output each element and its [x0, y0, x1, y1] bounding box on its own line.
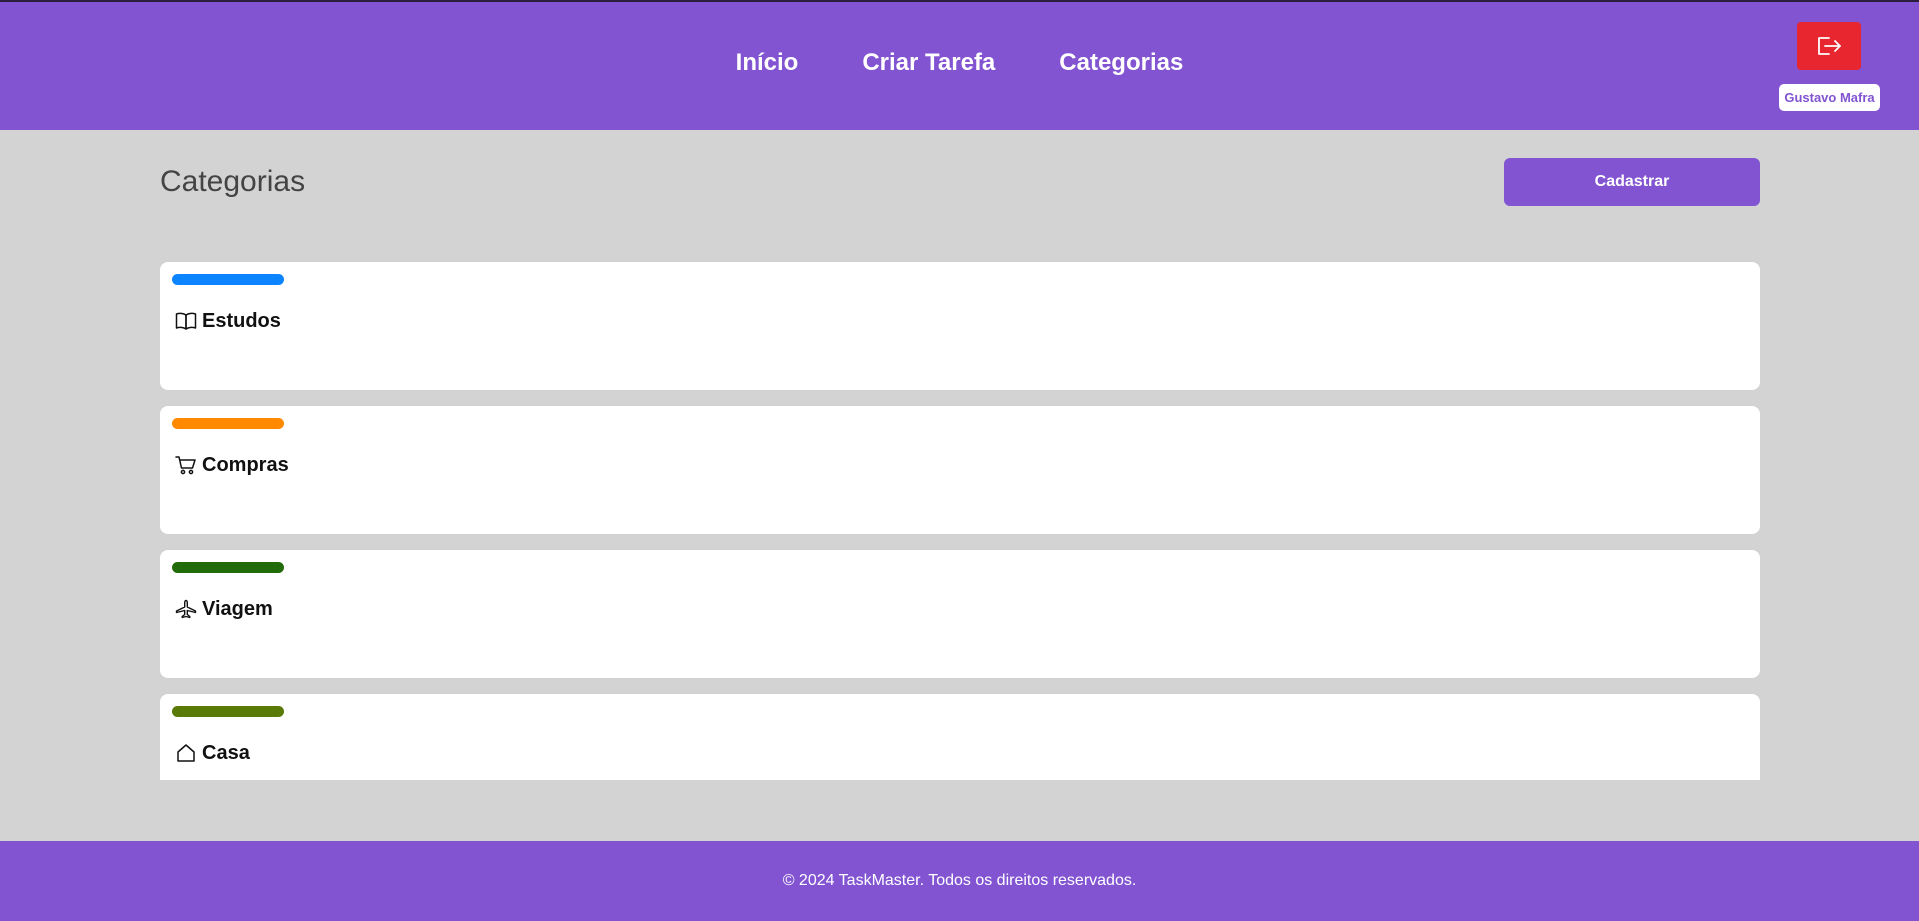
footer-text: © 2024 TaskMaster. Todos os direitos res…: [782, 872, 1137, 889]
register-button[interactable]: Cadastrar: [1504, 158, 1760, 206]
category-color-bar: [172, 274, 284, 285]
nav-link-categorias[interactable]: Categorias: [1059, 49, 1183, 77]
category-color-bar: [172, 706, 284, 717]
logout-button[interactable]: [1797, 22, 1861, 70]
category-name: Estudos: [202, 309, 281, 332]
page-title: Categorias: [160, 165, 306, 198]
nav-link-criar-tarefa[interactable]: Criar Tarefa: [862, 49, 995, 77]
user-name-badge: Gustavo Mafra: [1779, 84, 1880, 111]
category-name: Compras: [202, 453, 289, 476]
category-card-casa[interactable]: Casa: [160, 694, 1760, 780]
house-icon: [177, 744, 195, 762]
category-title: Compras: [175, 452, 289, 478]
category-title: Casa: [175, 740, 250, 766]
airplane-icon: [175, 599, 197, 619]
category-title: Estudos: [175, 308, 281, 334]
category-card-viagem[interactable]: Viagem: [160, 550, 1760, 678]
category-color-bar: [172, 562, 284, 573]
logout-icon: [1818, 37, 1841, 55]
main-nav: Início Criar Tarefa Categorias: [0, 2, 1919, 130]
category-color-bar: [172, 418, 284, 429]
category-list[interactable]: Estudos Compras Viagem Casa: [160, 262, 1760, 780]
category-name: Casa: [202, 741, 250, 764]
category-card-compras[interactable]: Compras: [160, 406, 1760, 534]
cart-icon: [175, 456, 196, 475]
category-title: Viagem: [175, 596, 273, 622]
top-navbar: Início Criar Tarefa Categorias Gustavo M…: [0, 2, 1919, 130]
category-name: Viagem: [202, 597, 273, 620]
book-icon: [175, 312, 197, 330]
footer: © 2024 TaskMaster. Todos os direitos res…: [0, 841, 1919, 921]
nav-link-inicio[interactable]: Início: [736, 49, 799, 77]
category-card-estudos[interactable]: Estudos: [160, 262, 1760, 390]
